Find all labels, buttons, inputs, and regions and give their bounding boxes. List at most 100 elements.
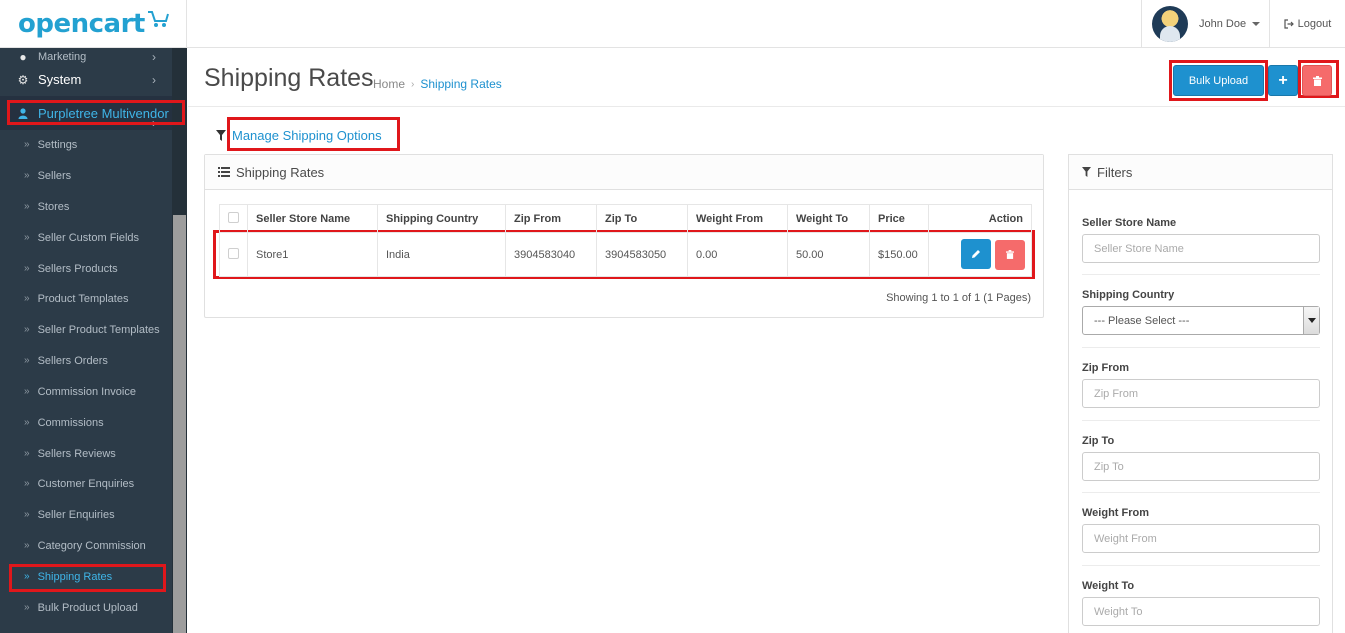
weight-to-input[interactable] — [1082, 597, 1320, 626]
sidebar-item-product-templates[interactable]: » Product Templates — [0, 283, 172, 314]
select-value: --- Please Select --- — [1094, 314, 1190, 327]
sidebar-item-seller-product-templates[interactable]: » Seller Product Templates — [0, 314, 172, 345]
panel-heading: Shipping Rates — [205, 155, 1043, 190]
breadcrumb-current[interactable]: Shipping Rates — [420, 77, 501, 91]
double-chevron-icon: » — [24, 201, 30, 212]
double-chevron-icon: » — [24, 293, 30, 304]
sidebar-item-system[interactable]: ⚙ System › — [0, 63, 172, 96]
filter-icon — [216, 130, 226, 141]
sidebar-item-stores[interactable]: » Stores — [0, 191, 172, 222]
zip-to-input[interactable] — [1082, 452, 1320, 481]
sidebar-item-label: Sellers — [37, 169, 72, 182]
pencil-icon — [971, 250, 980, 259]
cell-store: Store1 — [247, 232, 378, 277]
col-zip-to[interactable]: Zip To — [596, 204, 688, 233]
user-menu[interactable]: John Doe — [1141, 0, 1269, 48]
logo[interactable]: opencart — [0, 0, 187, 48]
sidebar-item-label: System — [38, 72, 82, 87]
bulk-upload-button[interactable]: Bulk Upload — [1173, 65, 1264, 96]
double-chevron-icon: » — [24, 540, 30, 551]
share-icon: ● — [19, 50, 27, 64]
double-chevron-icon: » — [24, 386, 30, 397]
shipping-country-select[interactable]: --- Please Select --- — [1082, 306, 1320, 335]
manage-shipping-options-link[interactable]: Manage Shipping Options — [216, 128, 382, 143]
sidebar-item-label: Bulk Product Upload — [37, 601, 138, 614]
cell-weight-from: 0.00 — [687, 232, 788, 277]
add-button[interactable]: + — [1268, 65, 1298, 96]
breadcrumb: Home › Shipping Rates — [373, 77, 502, 91]
row-checkbox[interactable] — [228, 247, 239, 259]
sidebar-item-label: Stores — [37, 200, 70, 213]
divider — [1082, 274, 1320, 275]
cell-zip-from: 3904583040 — [505, 232, 597, 277]
double-chevron-icon: » — [24, 478, 30, 489]
sidebar-item-label: Seller Enquiries — [37, 508, 115, 521]
sidebar-item-bulk-product-upload[interactable]: » Bulk Product Upload — [0, 592, 172, 623]
page-title: Shipping Rates — [204, 64, 374, 92]
col-weight-from[interactable]: Weight From — [687, 204, 788, 233]
divider — [1082, 420, 1320, 421]
sidebar-item-label: Settings — [37, 138, 78, 151]
shipping-rates-table: Seller Store Name Shipping Country Zip F… — [219, 204, 1032, 277]
user-name: John Doe — [1199, 18, 1247, 30]
weight-from-label: Weight From — [1082, 507, 1150, 519]
weight-from-input[interactable] — [1082, 524, 1320, 553]
row-select-cell — [219, 232, 248, 277]
panel-title: Filters — [1097, 164, 1133, 180]
col-seller-store-name[interactable]: Seller Store Name — [247, 204, 378, 233]
sidebar-item-label: Customer Enquiries — [37, 477, 135, 490]
sidebar-item-label: Commission Invoice — [37, 385, 136, 398]
sidebar: ● Marketing › ⚙ System › Purpletree Mult… — [0, 48, 187, 633]
sidebar-item-commissions[interactable]: » Commissions — [0, 407, 172, 438]
list-icon — [218, 167, 230, 177]
panel-heading: Filters — [1069, 155, 1332, 190]
sidebar-item-seller-enquiries[interactable]: » Seller Enquiries — [0, 499, 172, 530]
sidebar-scrollbar-thumb[interactable] — [173, 215, 186, 633]
double-chevron-icon: » — [24, 417, 30, 428]
breadcrumb-separator: › — [411, 78, 415, 90]
sidebar-item-label: Category Commission — [37, 539, 146, 552]
trash-icon — [1006, 250, 1014, 260]
col-zip-from[interactable]: Zip From — [505, 204, 597, 233]
col-action: Action — [928, 204, 1032, 233]
cell-price: $150.00 — [869, 232, 929, 277]
divider — [188, 106, 1345, 107]
double-chevron-icon: » — [24, 324, 30, 335]
divider — [1082, 492, 1320, 493]
cell-zip-to: 3904583050 — [596, 232, 688, 277]
sidebar-item-sellers[interactable]: » Sellers — [0, 160, 172, 191]
sidebar-item-customer-enquiries[interactable]: » Customer Enquiries — [0, 468, 172, 499]
double-chevron-icon: » — [24, 355, 30, 366]
sidebar-item-sellers-orders[interactable]: » Sellers Orders — [0, 345, 172, 376]
table-header-row: Seller Store Name Shipping Country Zip F… — [219, 204, 1032, 233]
trash-icon — [1312, 75, 1322, 86]
double-chevron-icon: » — [24, 170, 30, 181]
logout-button[interactable]: Logout — [1269, 0, 1345, 48]
sidebar-item-category-commission[interactable]: » Category Commission — [0, 530, 172, 561]
sidebar-item-sellers-reviews[interactable]: » Sellers Reviews — [0, 438, 172, 469]
zip-from-input[interactable] — [1082, 379, 1320, 408]
double-chevron-icon: » — [24, 448, 30, 459]
sidebar-item-label: Sellers Orders — [37, 354, 108, 367]
filter-icon — [1082, 167, 1091, 177]
select-all-checkbox[interactable] — [228, 211, 239, 223]
top-header: opencart John Doe Logout — [0, 0, 1345, 48]
cell-weight-to: 50.00 — [787, 232, 870, 277]
sidebar-item-sellers-products[interactable]: » Sellers Products — [0, 253, 172, 284]
sidebar-item-seller-custom-fields[interactable]: » Seller Custom Fields — [0, 222, 172, 253]
sidebar-item-commission-invoice[interactable]: » Commission Invoice — [0, 376, 172, 407]
col-shipping-country[interactable]: Shipping Country — [377, 204, 506, 233]
col-price[interactable]: Price — [869, 204, 929, 233]
delete-button[interactable] — [1302, 65, 1332, 96]
sign-out-icon — [1284, 19, 1294, 29]
breadcrumb-home[interactable]: Home — [373, 77, 405, 91]
col-weight-to[interactable]: Weight To — [787, 204, 870, 233]
zip-from-label: Zip From — [1082, 362, 1130, 374]
delete-row-button[interactable] — [995, 239, 1025, 270]
sidebar-item-label: Product Templates — [37, 292, 129, 305]
double-chevron-icon: » — [24, 263, 30, 274]
edit-button[interactable] — [960, 239, 991, 270]
select-all-cell — [219, 204, 248, 233]
seller-store-name-input[interactable] — [1082, 234, 1320, 263]
sidebar-item-settings[interactable]: » Settings — [0, 129, 172, 160]
